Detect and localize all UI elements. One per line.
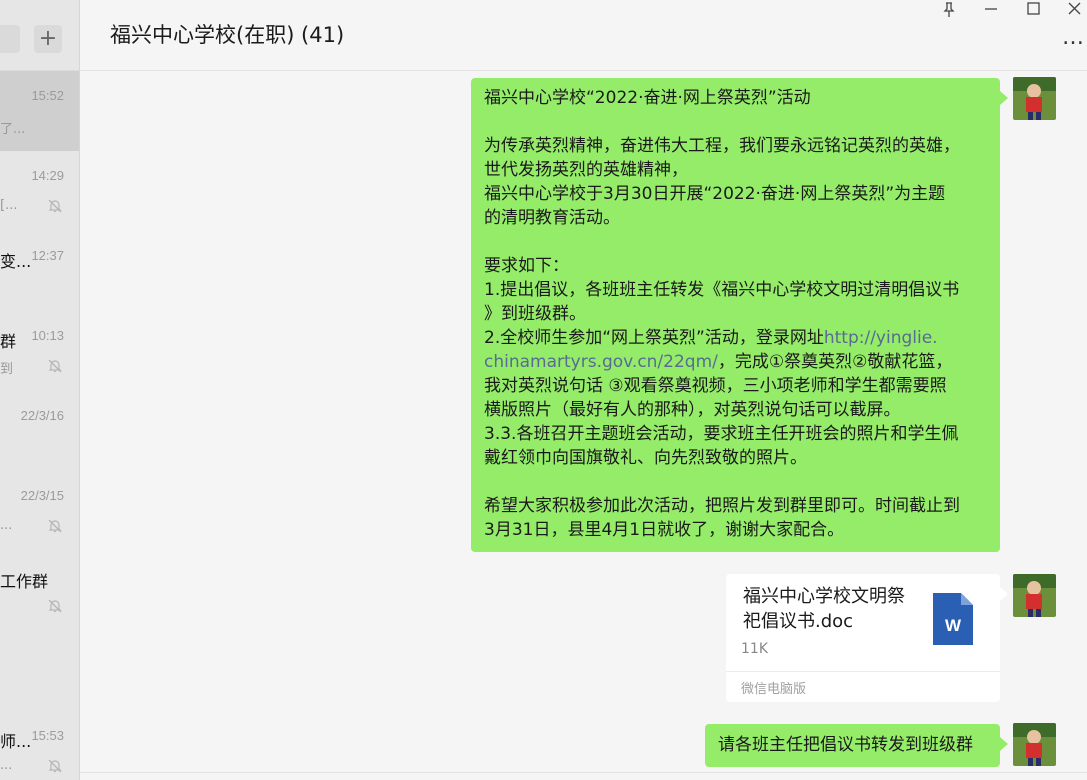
message-line: 2.全校师生参加“网上祭英烈”活动，登录网址http://yinglie. bbox=[484, 326, 994, 350]
mute-icon bbox=[47, 598, 63, 614]
chat-item-time: 22/3/15 bbox=[20, 488, 64, 503]
chat-item-time: 15:52 bbox=[31, 88, 64, 103]
message-line: 》到班级群。 bbox=[484, 304, 586, 324]
message-bubble[interactable]: 请各班主任把倡议书转发到班级群 bbox=[705, 724, 1008, 767]
mute-icon bbox=[47, 518, 63, 534]
message-line: 戴红领巾向国旗敬礼、向先烈致敬的照片。 bbox=[484, 448, 807, 468]
chat-item-title: 变... bbox=[0, 252, 32, 271]
message-line bbox=[484, 230, 994, 254]
chat-list-item[interactable]: 变... 12:37 bbox=[0, 231, 79, 311]
chat-item-time: 12:37 bbox=[31, 248, 64, 263]
message-line: 的清明教育活动。 bbox=[484, 208, 620, 228]
chat-list-item[interactable] bbox=[0, 631, 79, 711]
chat-list-item[interactable]: 工作群 bbox=[0, 551, 79, 631]
chat-list-item[interactable]: 群 10:13 到 bbox=[0, 311, 79, 391]
message-text: 请各班主任把倡议书转发到班级群 bbox=[718, 735, 973, 755]
chat-item-time: 14:29 bbox=[31, 168, 64, 183]
message-line: 福兴中心学校“2022·奋进·网上祭英烈”活动 bbox=[484, 88, 811, 108]
avatar[interactable] bbox=[1013, 574, 1056, 617]
maximize-icon[interactable] bbox=[1020, 0, 1046, 20]
chat-list-item[interactable]: 22/3/16 bbox=[0, 391, 79, 471]
message-line bbox=[484, 110, 994, 134]
word-document-icon: W bbox=[933, 593, 973, 645]
message-line: 3.3.各班召开主题班会活动，要求班主任开班会的照片和学生佩 bbox=[484, 424, 959, 444]
chat-list-item[interactable]: 22/3/15... bbox=[0, 471, 79, 551]
file-size: 11K bbox=[741, 641, 768, 657]
chat-header: 福兴中心学校(在职) (41) … bbox=[80, 0, 1087, 71]
chat-item-title: 工作群 bbox=[0, 572, 49, 591]
chat-list-item[interactable]: 14:29 [... bbox=[0, 151, 79, 231]
close-icon[interactable] bbox=[1061, 0, 1087, 20]
message-line: 世代发扬英烈的英雄精神， bbox=[484, 160, 688, 180]
chat-list-sidebar: + 15:52 了... 14:29 [... 变... 12:37 群 10:13 到 22/3… bbox=[0, 0, 80, 780]
chat-item-preview: 到 bbox=[0, 362, 14, 377]
message-line: 我对英烈说句话 ③观看祭奠视频，三小项老师和学生都需要照 bbox=[484, 376, 947, 396]
mute-icon bbox=[47, 358, 63, 374]
chat-title: 福兴中心学校(在职) (41) bbox=[110, 23, 345, 47]
chat-item-preview: ... bbox=[0, 518, 13, 533]
chat-list-item[interactable]: 师... 15:53... bbox=[0, 711, 79, 780]
message-bubble[interactable]: 福兴中心学校“2022·奋进·网上祭英烈”活动 为传承英烈精神，奋进伟大工程，我… bbox=[471, 78, 1008, 552]
message-line: 1.提出倡议，各班班主任转发《福兴中心学校文明过清明倡议书 bbox=[484, 280, 960, 300]
file-message[interactable]: 福兴中心学校文明祭 祀倡议书.doc 11K W 微信电脑版 bbox=[726, 574, 1008, 702]
message-line bbox=[484, 470, 994, 494]
mute-icon bbox=[47, 198, 63, 214]
chat-panel: 福兴中心学校(在职) (41) … 福兴中心学校“2022·奋进·网上祭英烈”活… bbox=[80, 0, 1087, 780]
message-line: chinamartyrs.gov.cn/22qm/，完成①祭奠英烈②敬献花篮， bbox=[484, 350, 994, 374]
message-text: 福兴中心学校“2022·奋进·网上祭英烈”活动 为传承英烈精神，奋进伟大工程，我… bbox=[484, 86, 994, 542]
chat-list-item[interactable]: 15:52 了... bbox=[0, 71, 79, 151]
chat-item-preview: 了... bbox=[0, 122, 26, 137]
mute-icon bbox=[47, 758, 63, 774]
search-input[interactable] bbox=[0, 25, 20, 53]
message-line: 3月31日，县里4月1日就收了，谢谢大家配合。 bbox=[484, 520, 845, 540]
more-options-icon[interactable]: … bbox=[1062, 27, 1085, 49]
message-text-segment: 2.全校师生参加“网上祭英烈”活动，登录网址 bbox=[484, 328, 824, 348]
word-icon-letter: W bbox=[945, 616, 962, 635]
message-line: 要求如下： bbox=[484, 256, 569, 276]
file-divider bbox=[726, 671, 1000, 672]
chat-item-time: 22/3/16 bbox=[20, 408, 64, 423]
chat-item-time: 10:13 bbox=[31, 328, 64, 343]
add-button[interactable]: + bbox=[34, 25, 62, 53]
minimize-icon[interactable] bbox=[978, 0, 1004, 20]
message-line: 为传承英烈精神，奋进伟大工程，我们要永远铭记英烈的英雄， bbox=[484, 136, 960, 156]
chat-item-preview: ... bbox=[0, 758, 13, 773]
file-name-line: 福兴中心学校文明祭 bbox=[743, 586, 905, 607]
website-link[interactable]: chinamartyrs.gov.cn/22qm/ bbox=[484, 352, 718, 372]
file-source: 微信电脑版 bbox=[741, 682, 807, 697]
avatar[interactable] bbox=[1013, 723, 1056, 766]
chat-item-time: 15:53 bbox=[31, 728, 64, 743]
input-area-divider bbox=[80, 772, 1087, 773]
website-link[interactable]: http://yinglie. bbox=[824, 328, 938, 348]
pin-icon[interactable] bbox=[936, 0, 962, 20]
avatar[interactable] bbox=[1013, 77, 1056, 120]
message-line: 横版照片（最好有人的那种），对英烈说句话可以截屏。 bbox=[484, 400, 901, 420]
message-text-segment: ，完成①祭奠英烈②敬献花篮， bbox=[717, 352, 953, 372]
file-name: 福兴中心学校文明祭 祀倡议书.doc bbox=[743, 584, 923, 634]
chat-item-title: 师... bbox=[0, 732, 32, 751]
chat-item-title: 群 bbox=[0, 332, 17, 351]
wechat-window: + 15:52 了... 14:29 [... 变... 12:37 群 10:13 到 22/3… bbox=[0, 0, 1087, 780]
message-line: 希望大家积极参加此次活动，把照片发到群里即可。时间截止到 bbox=[484, 496, 960, 516]
file-name-line: 祀倡议书.doc bbox=[743, 611, 854, 632]
message-line: 福兴中心学校于3月30日开展“2022·奋进·网上祭英烈”为主题 bbox=[484, 184, 946, 204]
chat-item-preview: [... bbox=[0, 198, 18, 213]
